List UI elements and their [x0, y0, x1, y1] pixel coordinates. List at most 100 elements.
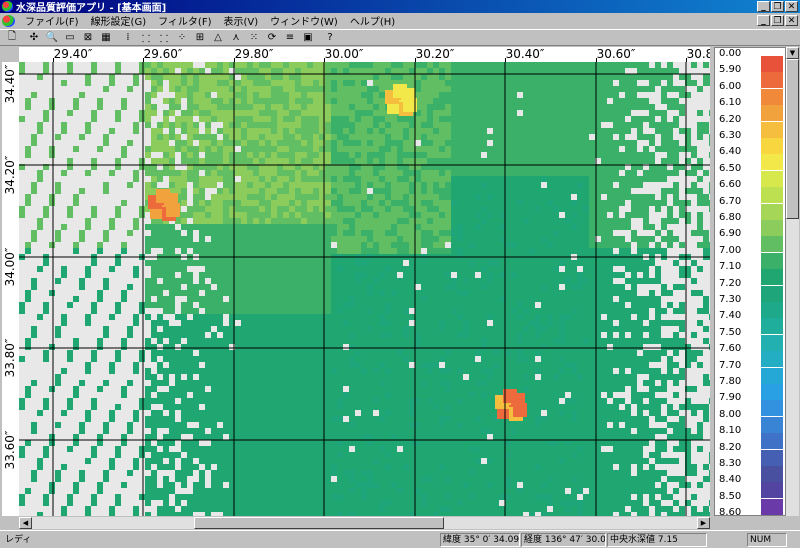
zoom-fit-icon[interactable]: ⊠	[80, 30, 96, 45]
legend-label: 8.40	[719, 474, 742, 486]
magnifier-icon[interactable]: 🔍	[44, 30, 60, 45]
y-tick-label: 33.80″	[3, 338, 17, 378]
legend-label: 7.90	[719, 392, 742, 404]
legend-swatch	[761, 236, 783, 253]
legend-label: 6.60	[719, 179, 742, 191]
scroll-down-icon[interactable]: ▼	[786, 47, 799, 59]
legend-swatch	[761, 56, 783, 72]
legend-label: 8.60	[719, 507, 742, 519]
grid-icon[interactable]: ▦	[98, 30, 114, 45]
legend-swatch	[761, 269, 783, 286]
menu-window[interactable]: ウィンドウ(W)	[264, 13, 344, 28]
toolbar: 🗋 ✣ 🔍 ▭ ⊠ ▦ ⁞ ⸬ ⸬ ⁘ ⊞ △ ⋏ ⁙ ⟳ ≡ ▣?	[0, 29, 800, 46]
blue-grid-icon[interactable]: ⊞	[192, 30, 208, 45]
menu-line-settings[interactable]: 線形設定(G)	[85, 13, 153, 28]
x-tick-label: 29.80″	[234, 47, 274, 61]
legend-swatch	[761, 285, 783, 302]
legend-label: 6.90	[719, 228, 742, 240]
new-document-icon[interactable]: 🗋	[4, 30, 20, 45]
corner-markers-alt-icon[interactable]: ⸬	[156, 30, 172, 45]
legend-label: 6.30	[719, 130, 742, 141]
legend-swatch	[761, 105, 783, 122]
close-icon[interactable]: ✕	[785, 1, 798, 12]
expand-horizontal-icon[interactable]: ⁞	[120, 30, 136, 45]
legend-label: 7.60	[719, 343, 742, 355]
legend-swatch	[761, 400, 783, 417]
rotate-icon[interactable]: ⟳	[264, 30, 280, 45]
points-icon[interactable]: ⁙	[246, 30, 262, 45]
status-ready: レディ	[5, 535, 32, 545]
window-controls: _ ❐ ✕	[757, 1, 798, 12]
profile-icon[interactable]: ⋏	[228, 30, 244, 45]
legend-label: 7.50	[719, 326, 742, 338]
legend-label: 6.50	[719, 162, 742, 174]
depth-map-canvas[interactable]	[19, 62, 710, 516]
legend-swatch	[761, 482, 783, 499]
menu-view[interactable]: 表示(V)	[217, 13, 264, 28]
legend-label: 6.20	[719, 113, 742, 125]
legend-swatch	[761, 367, 783, 384]
minimize-icon[interactable]: _	[757, 1, 770, 12]
doc-minimize-icon[interactable]: _	[757, 15, 770, 26]
legend-swatch	[761, 121, 783, 138]
legend-label: 0.00	[719, 48, 742, 59]
legend-label: 6.10	[719, 97, 742, 109]
menu-help[interactable]: ヘルプ(H)	[344, 13, 401, 28]
vertical-scroll-thumb[interactable]	[786, 59, 799, 219]
legend-swatch	[761, 302, 783, 318]
legend-swatch	[761, 170, 783, 187]
legend-label: 8.30	[719, 458, 742, 469]
legend-label: 6.00	[719, 80, 742, 92]
y-tick-label: 34.40″	[3, 64, 17, 104]
depth-map[interactable]	[19, 62, 710, 516]
legend-label: 7.40	[719, 310, 742, 322]
corner-markers-icon[interactable]: ⸬	[138, 30, 154, 45]
frame-icon[interactable]: ▣	[300, 30, 316, 45]
window-title: 水深品質評価アプリ - [基本画面]	[16, 3, 167, 14]
horizontal-scrollbar[interactable]: ◀ ▶	[19, 516, 710, 529]
document-controls: _ ❐ ✕	[757, 15, 798, 26]
x-axis: 29.40″ 29.60″ 29.80″ 30.00″ 30.20″ 30.40″ 30.6…	[19, 47, 710, 62]
rectangle-select-icon[interactable]: ▭	[62, 30, 78, 45]
legend-swatch	[761, 138, 783, 154]
legend-label: 6.70	[719, 195, 742, 207]
crosshair-icon[interactable]: ✣	[26, 30, 42, 45]
triangle-icon[interactable]: △	[210, 30, 226, 45]
status-bar: レディ 緯度 35° 0′ 34.09″ 経度 136° 47′ 30.06″ …	[0, 530, 800, 548]
legend-swatch	[761, 88, 783, 105]
legend-swatch	[761, 154, 783, 171]
layers-icon[interactable]: ≡	[282, 30, 298, 45]
doc-close-icon[interactable]: ✕	[785, 15, 798, 26]
y-axis: 34.40″34.20″34.00″33.80″33.60″33.40″	[2, 62, 19, 516]
menu-filter[interactable]: フィルタ(F)	[152, 13, 217, 28]
scroll-left-icon[interactable]: ◀	[19, 517, 32, 529]
legend-label: 5.90	[719, 64, 742, 76]
legend-label: 8.00	[719, 408, 742, 420]
vertical-scrollbar[interactable]: ▲ ▼	[786, 47, 799, 516]
legend-label: 8.20	[719, 441, 742, 453]
depth-legend: 0.00 5.90 6.00 6.10 6.20 6.30 6.40 6.50 6.60 6.70…	[714, 47, 786, 519]
document-icon[interactable]	[2, 14, 15, 27]
menu-file[interactable]: ファイル(F)	[19, 13, 85, 28]
legend-label: 7.80	[719, 376, 742, 387]
legend-swatch	[761, 498, 783, 515]
restore-icon[interactable]: ❐	[771, 1, 784, 12]
app-icon[interactable]	[2, 1, 13, 12]
x-tick-label: 29.60″	[143, 47, 183, 61]
contract-markers-icon[interactable]: ⁘	[174, 30, 190, 45]
legend-label: 7.30	[719, 294, 742, 305]
status-longitude: 経度 136° 47′ 30.06″	[521, 533, 606, 547]
horizontal-scroll-thumb[interactable]	[194, 517, 444, 529]
legend-swatch	[761, 72, 783, 89]
doc-restore-icon[interactable]: ❐	[771, 15, 784, 26]
legend-label: 7.10	[719, 261, 742, 273]
scroll-right-icon[interactable]: ▶	[697, 517, 710, 529]
legend-swatch	[761, 187, 783, 204]
legend-label: 8.50	[719, 490, 742, 502]
status-num: NUM	[747, 533, 787, 547]
help-icon[interactable]: ?	[322, 30, 338, 45]
legend-label: 6.80	[719, 212, 742, 223]
x-tick-label: 30.60″	[596, 47, 636, 61]
x-tick-label: 30.80″	[686, 47, 710, 61]
x-tick-label: 30.20″	[415, 47, 455, 61]
